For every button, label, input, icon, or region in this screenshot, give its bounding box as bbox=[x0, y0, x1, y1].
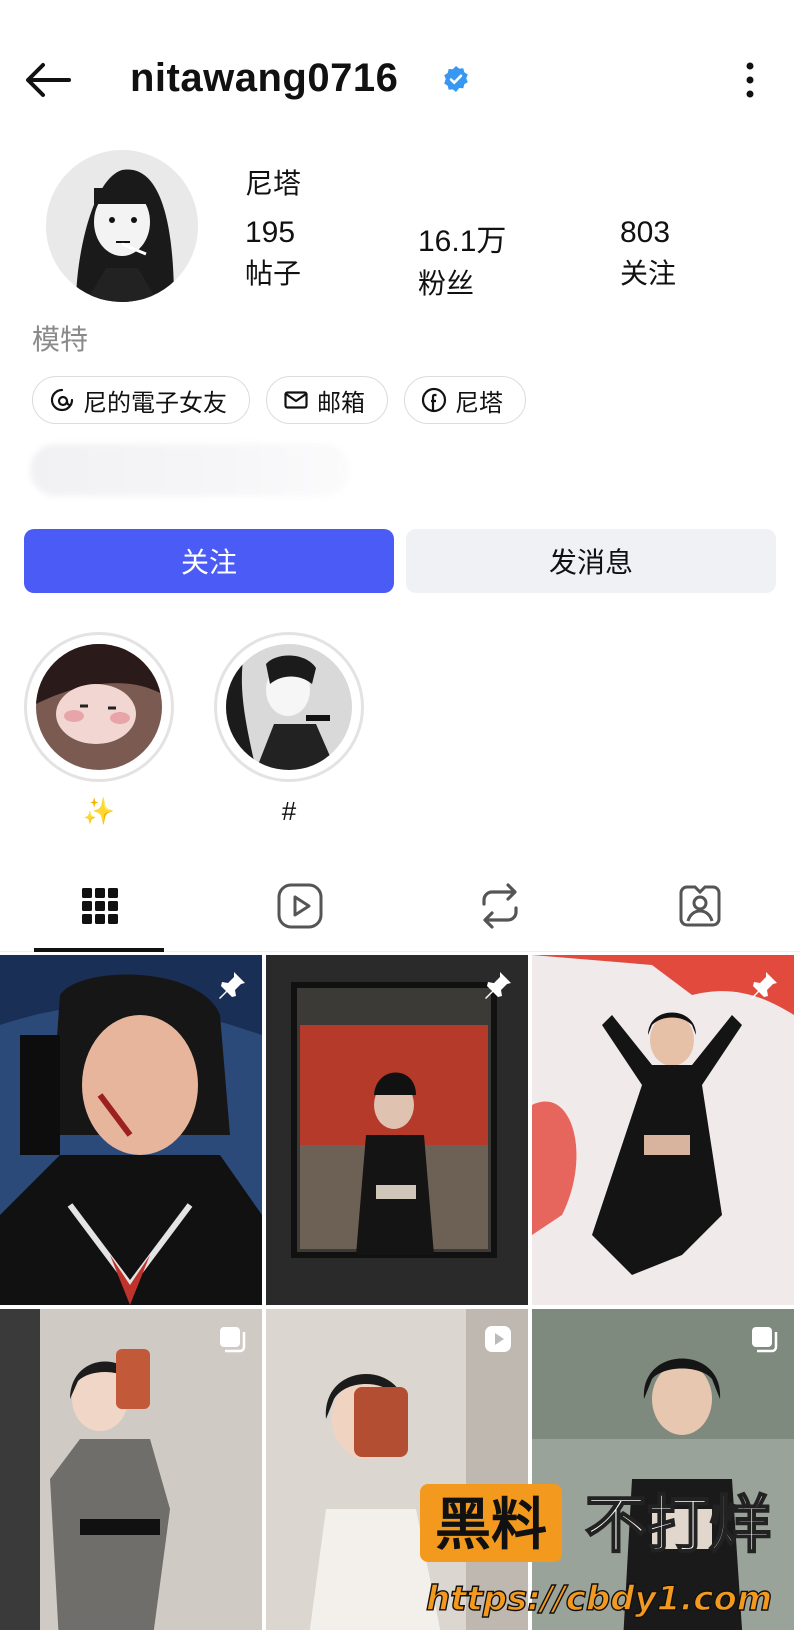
facebook-icon bbox=[421, 387, 447, 413]
carousel-icon bbox=[220, 1327, 246, 1353]
reel-icon bbox=[485, 1326, 511, 1352]
tagged-icon bbox=[679, 885, 721, 927]
reposts-icon bbox=[482, 883, 518, 929]
story-highlight-sparkles[interactable]: ✨ bbox=[24, 632, 174, 827]
stat-followers-label: 粉丝 bbox=[418, 268, 475, 299]
arrow-left-icon bbox=[26, 63, 71, 97]
stat-following[interactable]: 803 关注 bbox=[620, 216, 676, 292]
stat-followers-count: 16.1万 bbox=[418, 225, 507, 258]
link-chip-email-label: 邮箱 bbox=[317, 389, 365, 417]
stat-posts[interactable]: 195 帖子 bbox=[245, 216, 301, 292]
blurred-mutual-followers bbox=[30, 444, 350, 496]
threads-icon bbox=[50, 388, 74, 412]
active-tab-indicator bbox=[34, 948, 164, 952]
tab-reposts[interactable] bbox=[400, 860, 600, 952]
highlight-ring bbox=[214, 632, 364, 782]
follow-button[interactable]: 关注 bbox=[24, 529, 394, 593]
post-thumbnail[interactable] bbox=[0, 1309, 262, 1630]
post-thumbnail[interactable] bbox=[266, 955, 528, 1305]
profile-tabs bbox=[0, 860, 800, 952]
message-button[interactable]: 发消息 bbox=[406, 529, 776, 593]
stat-posts-label: 帖子 bbox=[245, 258, 302, 289]
carousel-icon bbox=[752, 1327, 778, 1353]
link-chip-email[interactable]: 邮箱 bbox=[266, 376, 388, 424]
pin-icon bbox=[485, 972, 511, 999]
stat-posts-count: 195 bbox=[245, 216, 296, 249]
mail-icon bbox=[284, 391, 308, 409]
story-highlight-hash[interactable]: # bbox=[214, 632, 364, 827]
pin-icon bbox=[751, 972, 777, 999]
post-thumbnail[interactable] bbox=[532, 955, 794, 1305]
link-chip-threads[interactable]: 尼的電子女友 bbox=[32, 376, 250, 424]
profile-header: nitawang0716 bbox=[0, 40, 800, 120]
profile-avatar[interactable] bbox=[46, 150, 198, 302]
highlight-cover bbox=[36, 644, 162, 770]
highlight-label: ✨ bbox=[82, 796, 116, 826]
stat-followers[interactable]: 16.1万 粉丝 bbox=[418, 216, 506, 302]
tab-posts-grid[interactable] bbox=[0, 860, 200, 952]
back-button[interactable] bbox=[22, 56, 74, 104]
link-chip-threads-label: 尼的電子女友 bbox=[83, 389, 227, 417]
stat-following-count: 803 bbox=[620, 216, 671, 249]
more-vertical-icon bbox=[746, 62, 754, 98]
svg-text:https://cbdy1.com: https://cbdy1.com bbox=[426, 1579, 772, 1619]
reels-icon bbox=[277, 883, 323, 929]
pin-icon bbox=[219, 972, 245, 999]
svg-text:不打烊: 不打烊 bbox=[585, 1488, 771, 1561]
profile-links: 尼的電子女友 邮箱 尼塔 bbox=[32, 376, 526, 424]
highlight-cover bbox=[226, 644, 352, 770]
grid-icon bbox=[82, 888, 118, 924]
highlight-ring bbox=[24, 632, 174, 782]
stat-following-label: 关注 bbox=[620, 258, 677, 289]
profile-username: nitawang0716 bbox=[130, 56, 399, 100]
link-chip-facebook-label: 尼塔 bbox=[455, 389, 503, 417]
profile-display-name: 尼塔 bbox=[245, 168, 302, 199]
watermark-logo: 黑料 不打烊 https://cbdy1.com bbox=[420, 1484, 773, 1620]
svg-text:黑料: 黑料 bbox=[435, 1493, 547, 1558]
post-thumbnail[interactable] bbox=[0, 955, 262, 1305]
more-options-button[interactable] bbox=[730, 56, 770, 104]
link-chip-facebook[interactable]: 尼塔 bbox=[404, 376, 526, 424]
verified-badge-icon bbox=[444, 66, 468, 92]
tab-tagged[interactable] bbox=[600, 860, 800, 952]
profile-category: 模特 bbox=[32, 324, 89, 355]
tab-reels[interactable] bbox=[200, 860, 400, 952]
highlight-label: # bbox=[281, 796, 297, 826]
